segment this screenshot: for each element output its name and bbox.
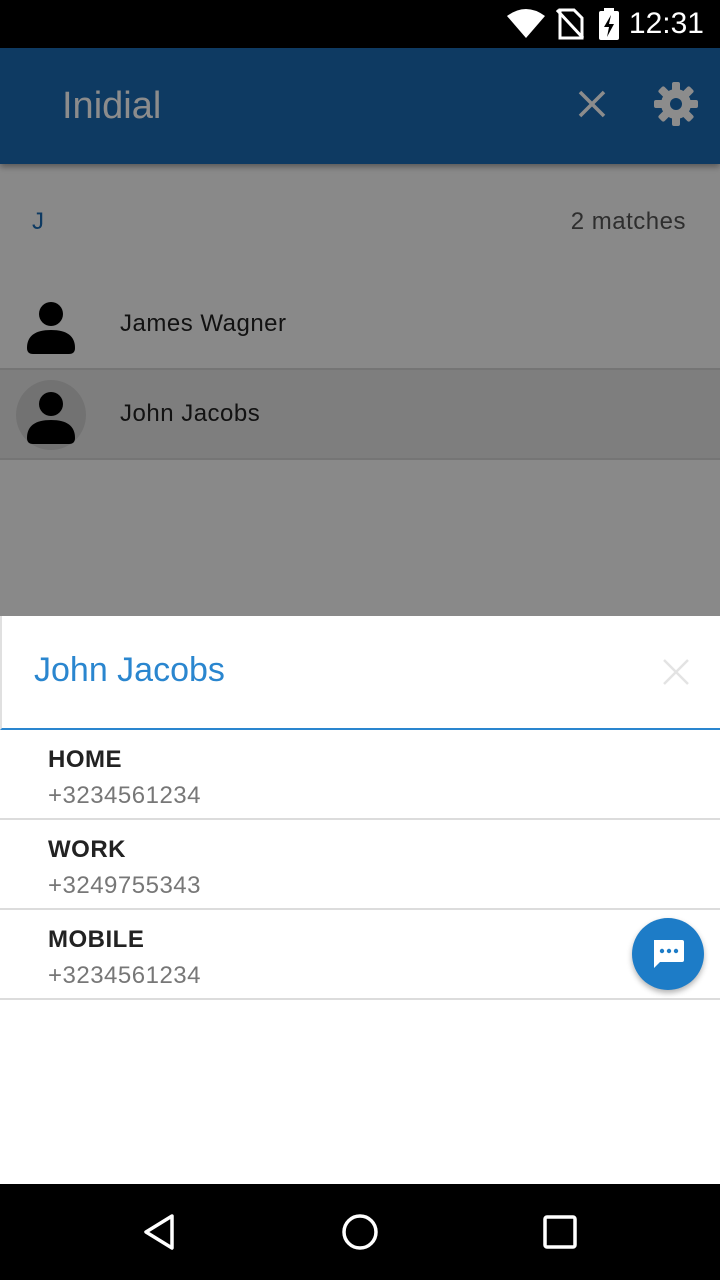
home-icon[interactable]	[340, 1212, 380, 1252]
wifi-icon	[506, 8, 546, 45]
status-time: 12:31	[628, 7, 704, 40]
sheet-header: John Jacobs	[0, 616, 720, 730]
phone-type: MOBILE	[48, 926, 145, 953]
scrim-overlay[interactable]	[0, 48, 720, 616]
phone-number: +3234561234	[48, 782, 201, 809]
phone-row-home[interactable]: HOME +3234561234	[0, 730, 720, 820]
close-icon[interactable]	[662, 658, 690, 686]
status-bar: 12:31	[0, 0, 720, 48]
phone-number: +3234561234	[48, 962, 201, 989]
back-icon[interactable]	[140, 1212, 180, 1252]
phone-type: WORK	[48, 836, 126, 863]
phone-type: HOME	[48, 746, 122, 773]
contact-detail-sheet: John Jacobs HOME +3234561234 WORK +32497…	[0, 616, 720, 1184]
phone-number: +3249755343	[48, 872, 201, 899]
phone-row-mobile[interactable]: MOBILE +3234561234	[0, 910, 720, 1000]
navigation-bar	[0, 1184, 720, 1280]
recents-icon[interactable]	[540, 1212, 580, 1252]
sheet-contact-name: John Jacobs	[34, 651, 225, 689]
battery-charging-icon	[598, 8, 620, 45]
no-sim-icon	[555, 8, 585, 45]
message-button[interactable]	[632, 918, 704, 990]
phone-row-work[interactable]: WORK +3249755343	[0, 820, 720, 910]
